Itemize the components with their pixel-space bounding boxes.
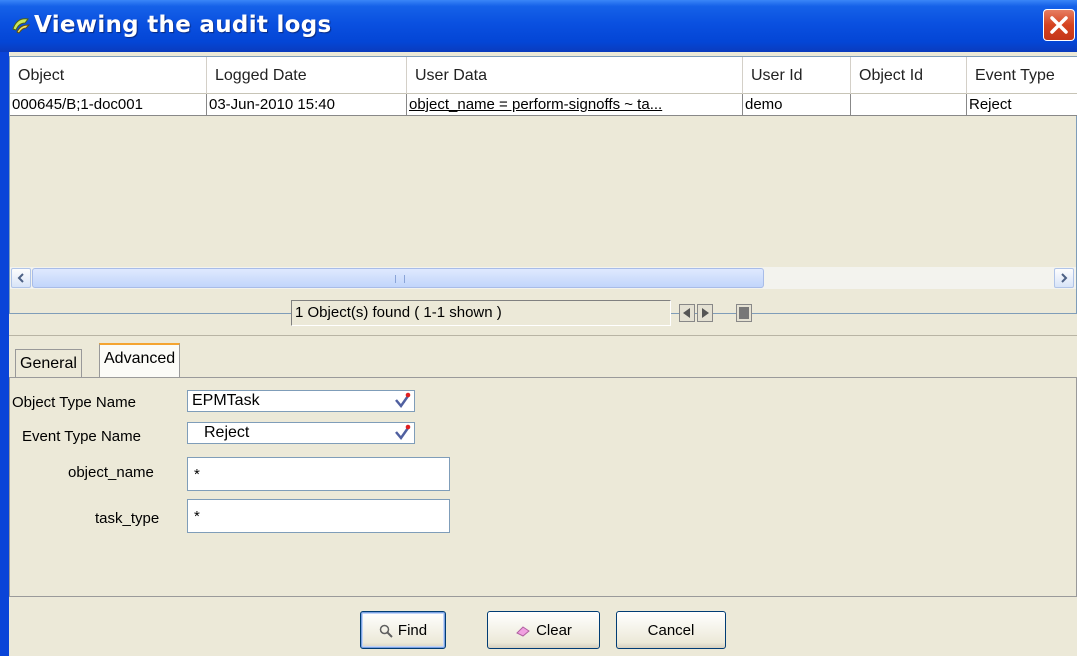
audit-table: Object Logged Date User Data User Id Obj… — [9, 56, 1077, 314]
cell-user-data[interactable]: object_name = perform-signoffs ~ ta... — [407, 94, 743, 116]
cell-object-id[interactable] — [851, 94, 967, 116]
task-type-label: task_type — [95, 510, 160, 527]
column-header-logged-date[interactable]: Logged Date — [207, 57, 407, 94]
cell-user-id[interactable]: demo — [743, 94, 851, 116]
cell-event-type[interactable]: Reject — [967, 94, 1077, 116]
window-left-border — [0, 52, 9, 656]
tab-advanced[interactable]: Advanced — [99, 343, 181, 379]
next-page-button[interactable] — [697, 304, 713, 322]
audit-log-window: Viewing the audit logs Object Logged Dat… — [0, 0, 1077, 656]
event-type-value: Reject — [204, 424, 250, 441]
chevron-down-icon — [395, 424, 411, 441]
clear-label: Clear — [536, 622, 572, 639]
cell-logged-date[interactable]: 03-Jun-2010 15:40 — [207, 94, 407, 116]
window-client-area: Object Logged Date User Data User Id Obj… — [9, 52, 1077, 656]
objects-found-status: 1 Object(s) found ( 1-1 shown ) — [291, 300, 671, 326]
title-bar[interactable]: Viewing the audit logs — [0, 0, 1077, 52]
eraser-icon — [516, 626, 530, 637]
object-name-label: object_name — [68, 464, 154, 481]
find-label: Find — [397, 622, 428, 639]
column-header-event-type[interactable]: Event Type — [967, 57, 1077, 94]
table-header: Object Logged Date User Data User Id Obj… — [10, 57, 1077, 94]
status-bar: 1 Object(s) found ( 1-1 shown ) — [9, 284, 1077, 336]
arrow-app-icon — [10, 14, 32, 36]
stop-icon — [739, 307, 749, 319]
tab-general[interactable]: General — [15, 349, 82, 379]
close-button[interactable] — [1043, 9, 1075, 41]
previous-page-button[interactable] — [679, 304, 695, 322]
clear-button[interactable]: Clear — [487, 611, 600, 649]
advanced-tab-panel: Object Type Name EPMTask Event Type Name… — [9, 377, 1077, 597]
object-type-select[interactable]: EPMTask — [187, 390, 415, 412]
task-type-input[interactable] — [187, 499, 450, 533]
event-type-label: Event Type Name — [22, 428, 141, 445]
column-header-object[interactable]: Object — [10, 57, 207, 94]
column-header-user-data[interactable]: User Data — [407, 57, 743, 94]
triangle-right-icon — [702, 308, 709, 318]
scroll-grip-icon — [395, 275, 405, 283]
search-icon — [379, 624, 393, 638]
object-type-value: EPMTask — [192, 392, 260, 409]
triangle-left-icon — [683, 308, 690, 318]
close-icon — [1050, 16, 1068, 34]
window-title: Viewing the audit logs — [34, 12, 332, 38]
object-name-input[interactable] — [187, 457, 450, 491]
last-page-button[interactable] — [736, 304, 752, 322]
cell-object[interactable]: 000645/B;1-doc001 — [10, 94, 207, 116]
object-type-label: Object Type Name — [12, 394, 136, 411]
column-header-user-id[interactable]: User Id — [743, 57, 851, 94]
find-button[interactable]: Find — [360, 611, 446, 649]
table-row[interactable]: 000645/B;1-doc001 03-Jun-2010 15:40 obje… — [10, 94, 1077, 116]
column-header-object-id[interactable]: Object Id — [851, 57, 967, 94]
event-type-select[interactable]: Reject — [187, 422, 415, 444]
chevron-down-icon — [395, 392, 411, 409]
cancel-button[interactable]: Cancel — [616, 611, 726, 649]
